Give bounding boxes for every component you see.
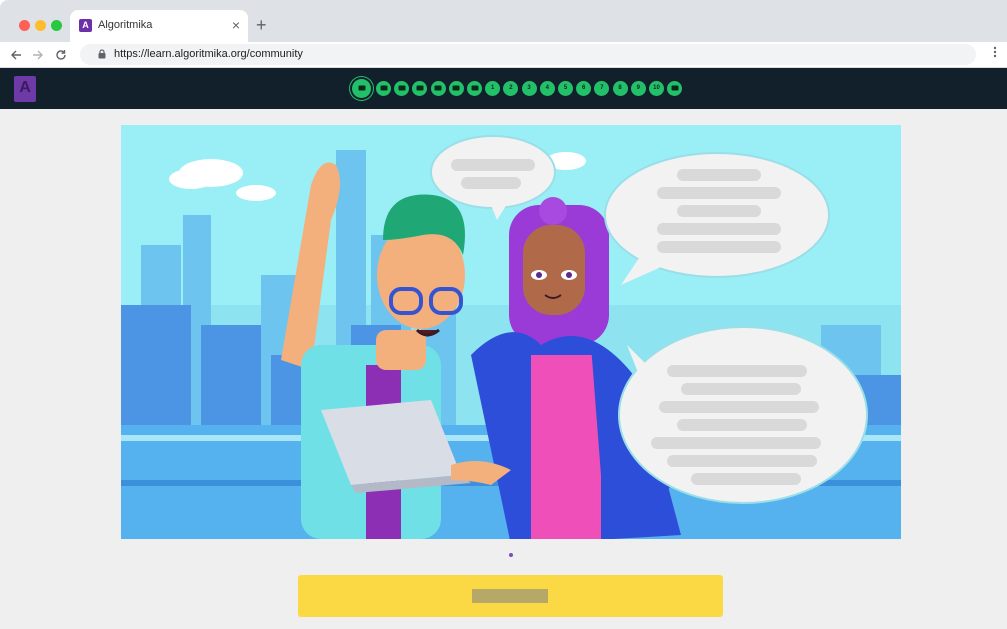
maximize-window-button[interactable] <box>51 20 62 31</box>
video-icon <box>452 85 460 91</box>
url-text: https://learn.algoritmika.org/community <box>114 48 303 60</box>
forward-button[interactable] <box>32 45 44 65</box>
two-characters-city-illustration <box>121 125 901 539</box>
minimize-window-button[interactable] <box>35 20 46 31</box>
favicon-icon: A <box>79 19 92 32</box>
step-icon-2[interactable] <box>394 81 410 96</box>
step-6[interactable]: 6 <box>576 81 592 96</box>
video-icon <box>358 85 365 91</box>
document-icon <box>416 85 424 91</box>
step-9[interactable]: 9 <box>630 81 646 96</box>
step-1[interactable]: 1 <box>485 81 501 96</box>
step-10[interactable]: 10 <box>649 81 664 96</box>
video-icon <box>671 85 679 91</box>
back-button[interactable] <box>10 45 22 65</box>
step-icon-3[interactable] <box>412 81 428 96</box>
step-5[interactable]: 5 <box>558 81 573 96</box>
arrow-left-icon <box>11 50 21 60</box>
next-button[interactable] <box>298 575 723 617</box>
step-2[interactable]: 2 <box>503 81 519 96</box>
step-4[interactable]: 4 <box>539 81 555 96</box>
step-icon-0[interactable] <box>352 79 371 98</box>
arrow-right-icon <box>33 50 43 60</box>
algoritmika-logo[interactable]: A <box>14 76 36 102</box>
browser-window: A Algoritmika × + https://learn.algoritm… <box>0 0 1007 629</box>
step-icon-17[interactable] <box>667 81 683 96</box>
lock-icon <box>98 49 106 59</box>
video-icon <box>471 85 478 91</box>
step-icon-1[interactable] <box>376 81 391 96</box>
tab-strip: A Algoritmika × + <box>0 0 1007 42</box>
step-icon-6[interactable] <box>467 81 482 96</box>
video-icon <box>380 85 387 91</box>
new-tab-button[interactable]: + <box>256 16 267 34</box>
kebab-menu-icon <box>993 46 997 58</box>
step-8[interactable]: 8 <box>612 81 628 96</box>
address-bar[interactable]: https://learn.algoritmika.org/community <box>80 44 976 65</box>
close-window-button[interactable] <box>19 20 30 31</box>
site-header: A 1 2 3 4 5 6 7 8 9 10 <box>0 68 1007 109</box>
pager-dot[interactable] <box>509 553 513 557</box>
tab-close-icon[interactable]: × <box>232 17 240 33</box>
step-icon-4[interactable] <box>430 81 446 96</box>
video-icon <box>398 85 406 91</box>
tab-title: Algoritmika <box>98 19 153 31</box>
step-icon-5[interactable] <box>448 81 464 96</box>
lesson-illustration <box>121 125 901 539</box>
reload-button[interactable] <box>55 45 67 65</box>
browser-tab[interactable]: A Algoritmika × <box>70 10 248 42</box>
reload-icon <box>56 50 66 60</box>
video-icon <box>434 85 442 91</box>
step-7[interactable]: 7 <box>594 81 610 96</box>
step-3[interactable]: 3 <box>521 81 537 96</box>
next-button-label <box>472 589 548 603</box>
browser-menu-button[interactable] <box>993 46 997 62</box>
browser-toolbar: https://learn.algoritmika.org/community <box>0 42 1007 68</box>
speech-bubble <box>618 326 868 504</box>
